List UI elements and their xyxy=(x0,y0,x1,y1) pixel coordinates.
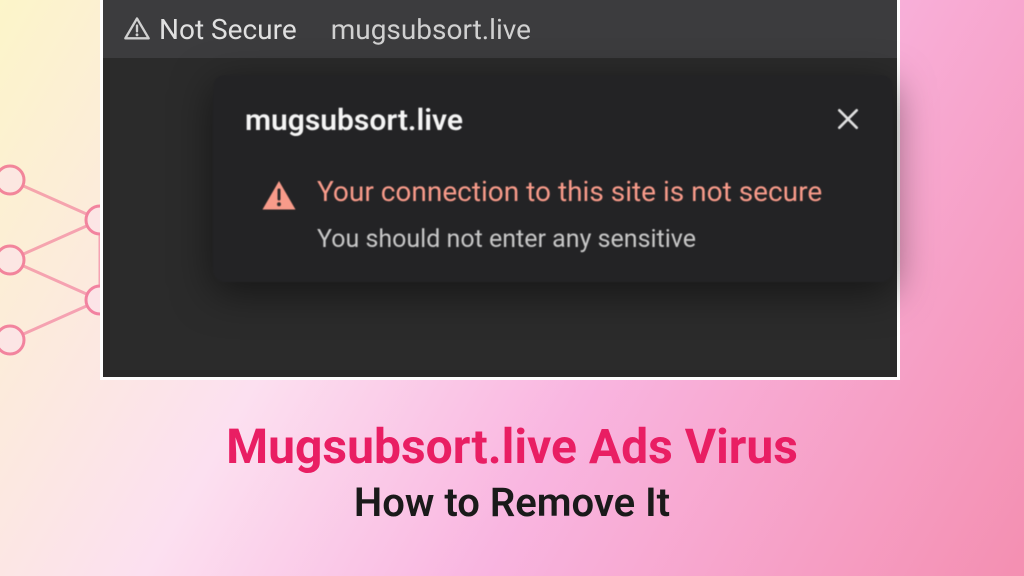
connection-warning-text: Your connection to this site is not secu… xyxy=(317,172,861,211)
browser-window: Not Secure mugsubsort.live mugsubsort.li… xyxy=(100,0,900,380)
popup-messages: Your connection to this site is not secu… xyxy=(317,172,861,254)
popup-header: mugsubsort.live xyxy=(245,103,861,138)
url-bar[interactable]: Not Secure mugsubsort.live xyxy=(103,0,897,58)
warning-triangle-icon xyxy=(261,178,297,214)
url-text: mugsubsort.live xyxy=(331,13,531,46)
popup-body: Your connection to this site is not secu… xyxy=(245,172,861,254)
page-subtitle: How to Remove It xyxy=(0,479,1024,526)
not-secure-badge[interactable]: Not Secure xyxy=(123,13,297,46)
popup-title: mugsubsort.live xyxy=(245,103,463,138)
page-title: Mugsubsort.live Ads Virus xyxy=(0,418,1024,475)
security-popup: mugsubsort.live Your connection to this … xyxy=(213,75,893,282)
sensitive-warning-text: You should not enter any sensitive xyxy=(317,225,861,254)
warning-triangle-icon xyxy=(123,15,151,43)
close-icon[interactable] xyxy=(835,105,861,137)
not-secure-label: Not Secure xyxy=(159,13,297,46)
title-section: Mugsubsort.live Ads Virus How to Remove … xyxy=(0,418,1024,526)
